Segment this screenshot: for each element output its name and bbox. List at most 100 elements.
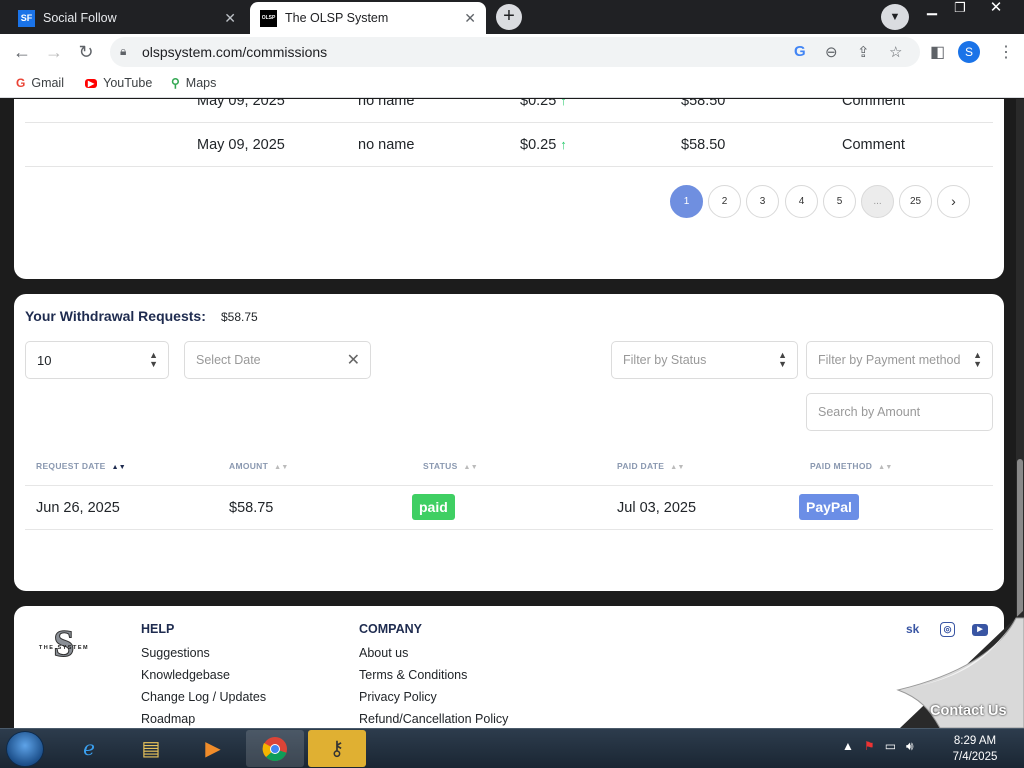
lock-icon[interactable]: 🔒︎	[120, 44, 126, 59]
column-header-amount[interactable]: AMOUNT ▲▼	[229, 461, 289, 471]
footer-link-terms[interactable]: Terms & Conditions	[359, 668, 508, 682]
footer-link-refund[interactable]: Refund/Cancellation Policy	[359, 712, 508, 726]
page-2-button[interactable]: 2	[708, 185, 741, 218]
status-placeholder: Filter by Status	[623, 353, 707, 367]
paid-date-cell: Jul 03, 2025	[617, 500, 697, 516]
page-3-button[interactable]: 3	[746, 185, 779, 218]
clock[interactable]: 8:29 AM 7/4/2025	[940, 733, 1010, 765]
file-explorer-icon[interactable]: ▤	[122, 730, 180, 767]
url-text[interactable]: olspsystem.com/commissions	[142, 44, 327, 60]
bookmark-maps[interactable]: ⚲ Maps	[171, 76, 216, 90]
clear-icon[interactable]: ✕	[347, 350, 360, 370]
minimize-icon[interactable]: ▁	[918, 0, 946, 18]
amount-cell: $58.75	[229, 500, 274, 516]
column-header-request-date[interactable]: REQUEST DATE ▲▼	[36, 461, 126, 471]
share-icon[interactable]: ⇪	[857, 43, 870, 61]
table-row: May 09, 2025 no name $0.25 ↑ $58.50 Comme…	[25, 123, 993, 167]
commissions-card: May 09, 2025 no name $0.25 ↑ $58.50 Comme…	[14, 99, 1004, 279]
zoom-icon[interactable]: ⊖	[825, 43, 838, 61]
start-button-windows-icon[interactable]	[6, 731, 44, 767]
clock-date: 7/4/2025	[952, 751, 998, 763]
maps-icon: ⚲	[171, 76, 180, 90]
column-header-paid-date[interactable]: PAID DATE ▲▼	[617, 461, 685, 471]
profile-avatar[interactable]: S	[958, 41, 980, 63]
address-bar[interactable]: 🔒︎ olspsystem.com/commissions G ⊖ ⇪ ☆	[110, 37, 920, 67]
commission-total: $58.50	[681, 99, 726, 109]
next-page-chevron-icon[interactable]: ›	[937, 185, 970, 218]
footer-link-suggestions[interactable]: Suggestions	[141, 646, 266, 660]
sort-icon: ▲▼	[274, 464, 289, 471]
commission-type: Comment	[842, 137, 905, 153]
side-panel-icon[interactable]: ◧	[930, 42, 945, 62]
date-filter-input[interactable]: Select Date ✕	[184, 341, 371, 379]
media-player-icon[interactable]: ▶	[184, 730, 242, 767]
tab-title: Social Follow	[43, 11, 117, 25]
bookmark-youtube[interactable]: ▶ YouTube	[85, 76, 152, 90]
column-header-status[interactable]: STATUS ▲▼	[423, 461, 478, 471]
column-label: PAID METHOD	[810, 461, 873, 471]
column-header-paid-method[interactable]: PAID METHOD ▲▼	[810, 461, 893, 471]
sort-icon: ▲▼	[878, 464, 893, 471]
contact-us-label[interactable]: Contact Us	[930, 703, 1007, 719]
keys-app-icon[interactable]: ⚷	[308, 730, 366, 767]
column-label: STATUS	[423, 461, 458, 471]
network-icon[interactable]: ▭	[885, 739, 896, 753]
up-arrow-icon: ↑	[560, 137, 567, 152]
forward-icon[interactable]: →	[43, 42, 65, 62]
page-viewport: May 09, 2025 no name $0.25 ↑ $58.50 Comme…	[0, 99, 1024, 728]
taskbar: ℯ ▤ ▶ ⚷ ▲ ⚑ ▭ 🔊︎ 8:29 AM 7/4/2025	[0, 728, 1024, 768]
restore-icon[interactable]: ❐	[946, 0, 974, 18]
per-page-select[interactable]: 10 ▲ ▼	[25, 341, 169, 379]
close-icon[interactable]: ✕	[224, 10, 236, 27]
internet-explorer-icon[interactable]: ℯ	[60, 730, 118, 767]
back-icon[interactable]: ←	[11, 42, 33, 62]
chrome-icon[interactable]	[246, 730, 304, 767]
menu-icon[interactable]: ⋮	[998, 42, 1014, 62]
google-lens-icon[interactable]: G	[794, 43, 806, 60]
page-4-button[interactable]: 4	[785, 185, 818, 218]
page-25-button[interactable]: 25	[899, 185, 932, 218]
page-5-button[interactable]: 5	[823, 185, 856, 218]
close-icon[interactable]: ✕	[464, 10, 476, 27]
footer: S THE SYSTEM HELP Suggestions Knowledgeb…	[14, 606, 1004, 728]
withdrawal-total: $58.75	[221, 310, 258, 324]
window-close-icon[interactable]: ✕	[982, 0, 1010, 18]
tab-strip: SF Social Follow ✕ OLSP The OLSP System …	[0, 0, 1024, 34]
bookmark-label: Maps	[185, 76, 217, 90]
footer-link-changelog[interactable]: Change Log / Updates	[141, 690, 266, 704]
volume-icon[interactable]: 🔊︎	[906, 739, 914, 753]
tray-expand-icon[interactable]: ▲	[842, 739, 854, 753]
bookmarks-bar: G Gmail ▶ YouTube ⚲ Maps	[0, 70, 1024, 98]
date-placeholder: Select Date	[196, 353, 261, 367]
tab-search-button[interactable]: ▼	[881, 4, 909, 30]
action-center-icon[interactable]: ⚑	[864, 739, 875, 753]
clock-time: 8:29 AM	[953, 735, 997, 747]
footer-link-about[interactable]: About us	[359, 646, 508, 660]
sort-icon: ▲▼	[670, 464, 685, 471]
reload-icon[interactable]: ↻	[75, 42, 97, 62]
svg-text:S: S	[53, 623, 74, 665]
tab-social-follow[interactable]: SF Social Follow ✕	[8, 2, 246, 34]
select-arrows-icon: ▲ ▼	[149, 350, 158, 369]
bookmark-label: Gmail	[31, 76, 64, 90]
footer-link-knowledgebase[interactable]: Knowledgebase	[141, 668, 266, 682]
new-tab-button[interactable]: +	[496, 4, 522, 30]
payment-method-filter-select[interactable]: Filter by Payment method ▲ ▼	[806, 341, 993, 379]
sort-desc-icon: ▲▼	[111, 464, 127, 471]
column-label: PAID DATE	[617, 461, 665, 471]
select-arrows-icon: ▲ ▼	[778, 350, 787, 369]
sort-icon: ▲▼	[463, 464, 479, 471]
status-badge: paid	[412, 494, 455, 520]
tab-olsp-system[interactable]: OLSP The OLSP System ✕	[250, 2, 486, 34]
amount-search-input[interactable]: Search by Amount	[806, 393, 993, 431]
bookmark-star-icon[interactable]: ☆	[889, 43, 902, 61]
bookmark-gmail[interactable]: G Gmail	[16, 76, 64, 90]
status-filter-select[interactable]: Filter by Status ▲ ▼	[611, 341, 798, 379]
page-1-button[interactable]: 1	[670, 185, 703, 218]
paid-method-badge: PayPal	[799, 494, 859, 520]
footer-link-roadmap[interactable]: Roadmap	[141, 712, 266, 726]
footer-link-privacy[interactable]: Privacy Policy	[359, 690, 508, 704]
per-page-value: 10	[37, 353, 52, 368]
olsp-logo[interactable]: S THE SYSTEM	[28, 622, 100, 666]
commission-name: no name	[358, 99, 415, 109]
